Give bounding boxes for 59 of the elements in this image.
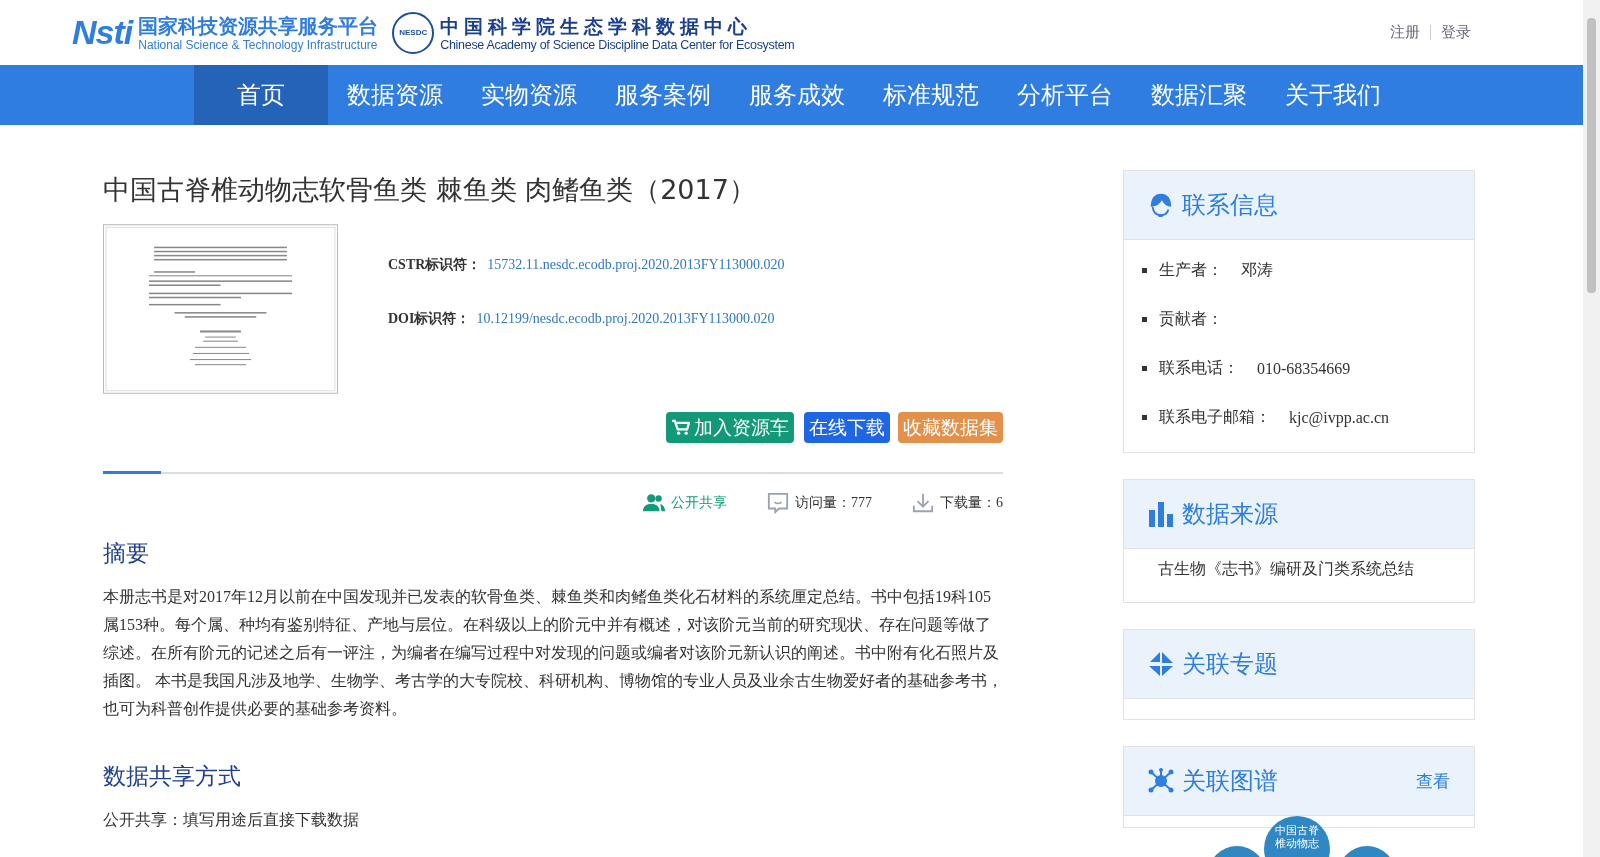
bullet-icon [1142,268,1147,273]
identifier-link[interactable]: 10.12199/nesdc.ecodb.proj.2020.2013FY113000.020 [476,311,775,327]
panel-title: 联系信息 [1182,190,1279,221]
nav-item[interactable]: 首页 [194,65,328,125]
bullet-icon [1142,415,1147,420]
auth-link[interactable]: 登录 [1441,23,1471,42]
download-icon [912,492,934,514]
contact-label: 贡献者： [1159,309,1223,329]
auth-link[interactable]: 注册 [1390,23,1420,42]
section-text: 公开共享：填写用途后直接下载数据 [103,810,360,830]
cart-icon [671,419,690,436]
network-icon [1148,768,1174,794]
panel-title: 关联专题 [1182,649,1279,680]
contact-value: 010-68354669 [1257,359,1351,378]
panel-title: 数据来源 [1182,499,1279,530]
contact-value: 邓涛 [1241,260,1273,280]
favorite-button[interactable]: 收藏数据集 [898,412,1003,443]
nav-item[interactable]: 关于我们 [1266,65,1400,125]
nav-item[interactable]: 数据资源 [328,65,462,125]
stat-text: 公开共享 [671,494,727,512]
view-link[interactable]: 查看 [1416,769,1450,793]
section-text: 本册志书是对2017年12月以前在中国发现并已发表的软骨鱼类、棘鱼类和肉鳍鱼类化石材料的系统厘定总结。书中包括19科105属153种。每个属、种均有鉴别特征、产地与层位。在科级以上的阶元中并有概述，对该阶元当前的研究现状、存在问题等做了综述。在所有阶元的记述之后有一评注，为编者在编写过程中对发现的问题或编者对该阶元新认识的阐述。书中附有化石照片及插图。 本书是我国凡涉及地学、生物学、考古学的大专院校、科研机构、博物馆的专业人员及业余古生物爱好者的基础参考书，也可为科普创作提供必要的基础参考资料。 [103,587,1003,719]
section-heading: 摘要 [103,539,150,568]
add-to-cart-button[interactable]: 加入资源车 [666,412,794,443]
headset-person-icon [1148,192,1174,218]
nav-item[interactable]: 实物资源 [462,65,596,125]
identifier-label: DOI标识符： [388,310,471,328]
comment-icon [767,492,789,514]
center-logo: NESDC [392,11,435,54]
platform-logo: Nsti [72,13,133,52]
dataset-title: 中国古脊椎动物志软骨鱼类 棘鱼类 肉鳍鱼类（2017） [103,173,757,207]
download-button[interactable]: 在线下载 [804,412,890,443]
nav-item[interactable]: 标准规范 [864,65,998,125]
panel-title: 关联图谱 [1182,766,1279,797]
graph-node[interactable]: 中国古脊椎动物志 [1264,816,1330,857]
stat-text: 访问量：777 [795,494,872,512]
identifier-label: CSTR标识符： [388,256,482,274]
nav-item[interactable]: 数据汇聚 [1132,65,1266,125]
center-name: 中国科学院生态学科数据中心 [440,13,754,38]
platform-name-en: National Science & Technology Infrastructure [138,37,379,52]
contact-label: 联系电子邮箱： [1159,407,1271,427]
scrollbar[interactable] [1583,0,1600,857]
bullet-icon [1142,317,1147,322]
pinwheel-icon [1148,651,1174,677]
stat-text: 下载量：6 [940,494,1003,512]
bullet-icon [1142,366,1147,371]
identifier-link[interactable]: 15732.11.nesdc.ecodb.proj.2020.2013FY113000.020 [487,257,785,273]
platform-name: 国家科技资源共享服务平台 [138,13,379,38]
contact-label: 联系电话： [1159,358,1239,378]
contact-label: 生产者： [1159,260,1223,280]
center-name-en: Chinese Academy of Science Discipline Data Center for Ecosystem [440,37,795,52]
section-heading: 数据共享方式 [103,762,242,791]
contact-value: kjc@ivpp.ac.cn [1289,408,1390,427]
nav-item[interactable]: 服务案例 [596,65,730,125]
source-text: 古生物《志书》编研及门类系统总结 [1157,559,1415,579]
bar-chart-icon [1148,501,1174,527]
nav-item[interactable]: 服务成效 [730,65,864,125]
nav-item[interactable]: 分析平台 [998,65,1132,125]
users-icon [643,492,665,514]
